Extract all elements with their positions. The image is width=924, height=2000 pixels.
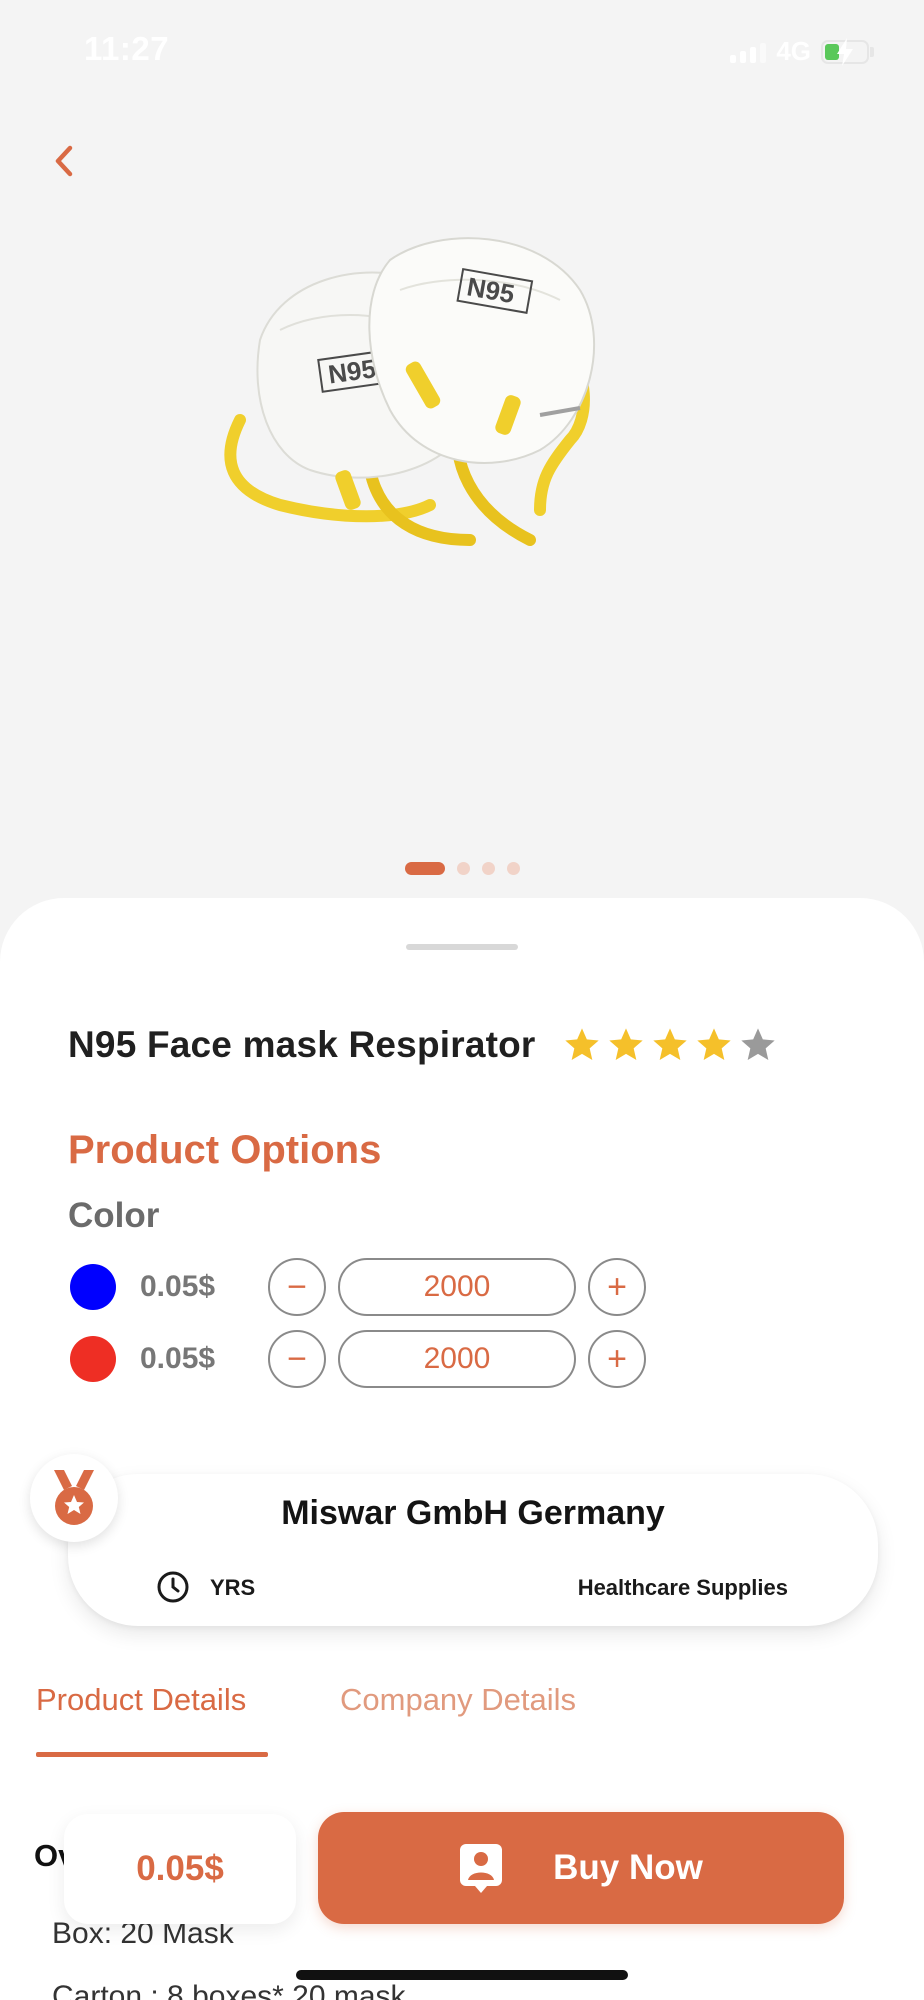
product-options-title: Product Options	[68, 1128, 382, 1172]
chevron-left-icon	[55, 145, 73, 177]
color-option-row: 0.05$ − 2000 +	[70, 1330, 646, 1388]
color-swatch-red[interactable]	[70, 1336, 116, 1382]
battery-icon	[821, 37, 869, 66]
tab-company-details[interactable]: Company Details	[340, 1682, 576, 1718]
star-filled-icon	[608, 1028, 643, 1060]
pager-dot[interactable]	[506, 862, 520, 875]
star-filled-icon	[696, 1028, 731, 1060]
footer-price: 0.05$	[136, 1849, 224, 1888]
option-price: 0.05$	[140, 1342, 216, 1375]
tab-active-indicator	[36, 1752, 268, 1757]
buy-now-label: Buy Now	[553, 1848, 703, 1887]
battery-tip	[870, 46, 874, 57]
sheet-drag-handle[interactable]	[406, 944, 518, 950]
star-empty-icon	[740, 1028, 775, 1060]
pager-dot[interactable]	[456, 862, 470, 875]
quantity-input[interactable]: 2000	[338, 1330, 576, 1388]
home-indicator[interactable]	[296, 1970, 628, 1980]
decrement-button[interactable]: −	[268, 1258, 326, 1316]
image-pager[interactable]	[0, 862, 924, 875]
years-label: YRS	[210, 1575, 256, 1600]
carton-info: Carton : 8 boxes* 20 mask	[52, 1980, 406, 2000]
product-image[interactable]: N95 N95	[220, 220, 700, 570]
color-option-row: 0.05$ − 2000 +	[70, 1258, 646, 1316]
company-category: Healthcare Supplies	[577, 1575, 788, 1600]
buy-now-button[interactable]: Buy Now	[318, 1812, 844, 1924]
status-icons: 4G	[730, 36, 874, 67]
signal-icon	[730, 41, 767, 63]
clock-icon	[157, 1571, 189, 1603]
contact-card-icon	[460, 1844, 503, 1893]
back-button[interactable]	[40, 136, 90, 186]
product-title: N95 Face mask Respirator	[68, 1024, 536, 1065]
tab-product-details[interactable]: Product Details	[36, 1682, 246, 1718]
pager-dot-active[interactable]	[404, 862, 445, 875]
increment-button[interactable]: +	[588, 1258, 646, 1316]
quantity-input[interactable]: 2000	[338, 1258, 576, 1316]
pager-dot[interactable]	[481, 862, 495, 875]
title-row: N95 Face mask Respirator	[68, 1024, 778, 1066]
status-bar: 11:27 4G	[0, 0, 924, 100]
decrement-button[interactable]: −	[268, 1330, 326, 1388]
star-filled-icon	[564, 1028, 599, 1060]
status-time: 11:27	[84, 30, 170, 67]
footer-price-card: 0.05$	[64, 1814, 296, 1924]
option-price: 0.05$	[140, 1270, 216, 1303]
increment-button[interactable]: +	[588, 1330, 646, 1388]
company-name[interactable]: Miswar GmbH Germany	[68, 1494, 878, 1533]
network-label: 4G	[776, 36, 811, 66]
star-filled-icon	[652, 1028, 687, 1060]
rating-stars	[562, 1025, 778, 1065]
color-swatch-blue[interactable]	[70, 1264, 116, 1310]
color-label: Color	[68, 1196, 160, 1235]
